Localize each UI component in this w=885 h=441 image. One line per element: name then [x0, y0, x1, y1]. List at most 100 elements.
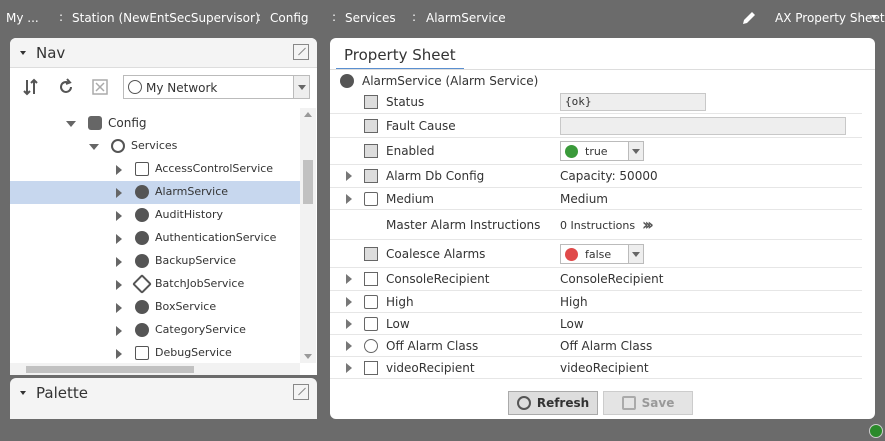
tree-row-batchjobservice[interactable]: BatchJobService — [10, 273, 300, 296]
box-icon — [135, 300, 149, 314]
property-row-off-alarm-class: Off Alarm Class Off Alarm Class — [330, 335, 862, 357]
double-chevron-right-icon[interactable]: ››› — [642, 215, 654, 234]
palette-panel: Palette — [10, 378, 317, 419]
property-value: ConsoleRecipient — [560, 272, 664, 286]
expand-arrow-icon[interactable] — [116, 349, 122, 359]
expand-arrow-icon[interactable] — [116, 257, 122, 267]
expand-arrow-icon[interactable] — [346, 363, 352, 373]
property-row-master-alarm-instructions: Master Alarm Instructions 0 Instructions… — [330, 210, 862, 240]
property-name: ConsoleRecipient — [386, 272, 490, 286]
property-value: Low — [560, 317, 584, 331]
property-slot-icon — [364, 95, 378, 109]
sort-arrows-icon — [23, 78, 38, 96]
tree-row-categoryservice[interactable]: CategoryService — [10, 319, 300, 342]
property-name: Status — [386, 95, 425, 109]
nav-panel-title: Nav — [36, 44, 66, 62]
property-name: Low — [386, 317, 410, 331]
collapse-icon[interactable] — [20, 51, 26, 55]
property-row-consolerecipient: ConsoleRecipient ConsoleRecipient — [330, 268, 862, 291]
property-name: Master Alarm Instructions — [386, 218, 541, 232]
status-dot-green — [565, 145, 578, 158]
property-sheet-title-row: AlarmService (Alarm Service) — [330, 71, 875, 91]
tree-row-label: AuthenticationService — [155, 231, 277, 244]
property-name: Medium — [386, 192, 434, 206]
expand-arrow-icon[interactable] — [116, 165, 122, 175]
property-row-fault-cause: Fault Cause — [330, 114, 862, 138]
expand-arrow-icon[interactable] — [89, 144, 99, 150]
scroll-down-icon[interactable] — [304, 354, 312, 359]
tree-row-debugservice[interactable]: DebugService — [10, 342, 300, 363]
expand-arrow-icon[interactable] — [66, 121, 76, 127]
breadcrumb-item-my[interactable]: My ... — [6, 11, 39, 25]
view-selector[interactable]: AX Property Sheet — [775, 11, 885, 25]
lock-icon — [135, 231, 149, 245]
sync-tree-button[interactable] — [20, 76, 42, 98]
tree-row-accesscontrolservice[interactable]: AccessControlService — [10, 158, 300, 181]
tree-row-config[interactable]: Config — [10, 112, 300, 135]
coalesce-alarms-select[interactable]: false — [560, 244, 644, 264]
tree-row-authenticationservice[interactable]: AuthenticationService — [10, 227, 300, 250]
network-selector[interactable]: My Network — [123, 75, 310, 99]
property-name: videoRecipient — [386, 361, 475, 375]
expand-arrow-icon[interactable] — [116, 188, 122, 198]
alarm-class-icon — [364, 317, 378, 331]
expand-arrow-icon[interactable] — [346, 171, 352, 181]
expand-arrow-icon[interactable] — [116, 280, 122, 290]
breadcrumb-item-alarmservice[interactable]: AlarmService — [426, 11, 506, 25]
status-ok-icon — [869, 424, 883, 438]
tree-row-boxservice[interactable]: BoxService — [10, 296, 300, 319]
expand-arrow-icon[interactable] — [116, 211, 122, 221]
scrollbar-thumb[interactable] — [26, 366, 194, 373]
property-slot-icon — [364, 169, 378, 183]
expand-arrow-icon[interactable] — [346, 194, 352, 204]
scroll-up-icon[interactable] — [304, 112, 312, 117]
close-tree-button[interactable] — [89, 76, 111, 98]
refresh-button[interactable]: Refresh — [508, 391, 598, 415]
tree-row-label: Config — [108, 116, 147, 130]
tab-property-sheet[interactable]: Property Sheet — [336, 42, 464, 70]
expand-arrow-icon[interactable] — [346, 341, 352, 351]
chevron-down-icon[interactable] — [871, 15, 877, 19]
property-sheet-panel: Property Sheet AlarmService (Alarm Servi… — [330, 38, 875, 419]
expand-arrow-icon[interactable] — [116, 234, 122, 244]
nav-vertical-scrollbar[interactable] — [300, 108, 316, 363]
tree-row-services[interactable]: Services — [10, 135, 300, 158]
access-control-icon — [135, 162, 149, 176]
collapse-icon[interactable] — [20, 391, 26, 395]
expand-arrow-icon[interactable] — [116, 326, 122, 336]
expand-arrow-icon[interactable] — [116, 303, 122, 313]
top-bar: My ... : Station (NewEntSecSupervisor) :… — [0, 0, 885, 36]
tree-row-backupservice[interactable]: BackupService — [10, 250, 300, 273]
property-value: Capacity: 50000 — [560, 169, 658, 183]
expand-arrow-icon[interactable] — [346, 274, 352, 284]
breadcrumb-separator: : — [257, 10, 262, 24]
enabled-select[interactable]: true — [560, 141, 644, 161]
breadcrumb-item-config[interactable]: Config — [270, 11, 309, 25]
property-row-enabled: Enabled true — [330, 138, 862, 165]
property-value: videoRecipient — [560, 361, 649, 375]
tree-row-label: Services — [131, 139, 178, 152]
tree-row-alarmservice[interactable]: AlarmService — [10, 181, 300, 204]
expand-arrow-icon[interactable] — [346, 297, 352, 307]
save-button[interactable]: Save — [603, 391, 693, 415]
chevron-down-icon[interactable] — [628, 142, 643, 160]
property-name: Fault Cause — [386, 119, 456, 133]
refresh-tree-button[interactable] — [55, 76, 77, 98]
property-name: High — [386, 295, 414, 309]
tree-row-audithistory[interactable]: AuditHistory — [10, 204, 300, 227]
chevron-down-icon[interactable] — [628, 245, 643, 263]
expand-arrow-icon[interactable] — [346, 319, 352, 329]
close-icon — [92, 79, 108, 95]
chevron-down-icon[interactable] — [293, 76, 309, 98]
breadcrumb-item-services[interactable]: Services — [345, 11, 396, 25]
breadcrumb-item-station[interactable]: Station (NewEntSecSupervisor) — [72, 11, 260, 25]
save-icon — [621, 396, 636, 410]
maximize-icon[interactable] — [293, 384, 309, 400]
pencil-icon[interactable] — [740, 9, 758, 27]
scrollbar-thumb[interactable] — [303, 160, 313, 204]
refresh-icon — [60, 78, 72, 93]
maximize-icon[interactable] — [293, 44, 309, 60]
property-row-status: Status {ok} — [330, 91, 862, 114]
nav-horizontal-scrollbar[interactable] — [10, 363, 300, 375]
property-value: High — [560, 295, 588, 309]
